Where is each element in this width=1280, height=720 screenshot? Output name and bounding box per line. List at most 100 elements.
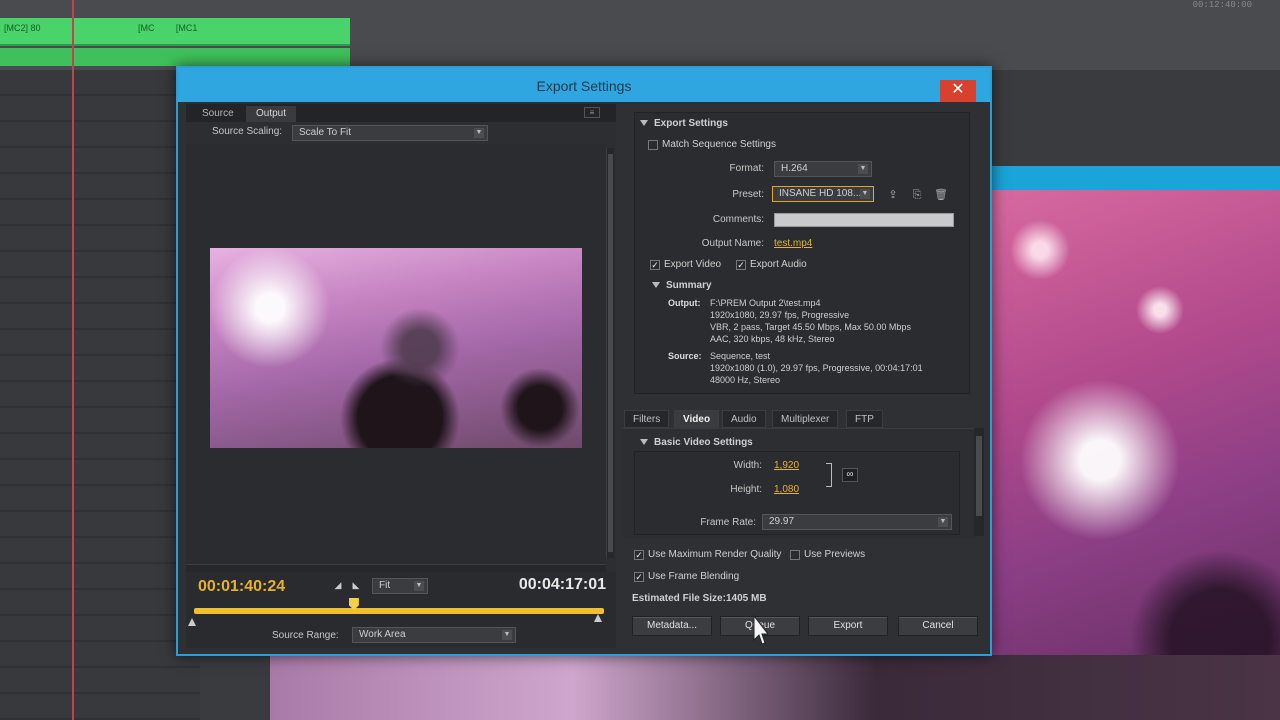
match-sequence-label: Match Sequence Settings xyxy=(662,139,776,150)
background-video-strip xyxy=(270,655,1280,720)
background-panel xyxy=(0,70,200,720)
chevron-down-icon: ▼ xyxy=(502,630,512,640)
export-audio-checkbox[interactable]: ✓ xyxy=(736,260,746,270)
out-point-handle[interactable] xyxy=(594,614,602,622)
tab-audio[interactable]: Audio xyxy=(722,410,766,428)
fit-dropdown[interactable]: Fit ▼ xyxy=(372,578,428,594)
use-previews-label: Use Previews xyxy=(804,549,866,560)
output-name-link[interactable]: test.mp4 xyxy=(774,238,812,249)
scroll-thumb[interactable] xyxy=(976,436,982,516)
summary-source-line: 1920x1080 (1.0), 29.97 fps, Progressive,… xyxy=(710,363,923,373)
video-preview-frame xyxy=(210,248,582,448)
set-out-point-icon[interactable]: ◣ xyxy=(350,580,362,592)
summary-source-line: 48000 Hz, Stereo xyxy=(710,375,781,385)
tab-filters[interactable]: Filters xyxy=(624,410,670,428)
source-scaling-value: Scale To Fit xyxy=(299,127,352,138)
save-preset-icon[interactable]: ⇪ xyxy=(886,188,900,202)
dialog-titlebar[interactable]: Export Settings ✕ xyxy=(178,68,990,102)
video-settings-pane: Basic Video Settings Width: 1,920 Height… xyxy=(622,428,974,538)
export-button[interactable]: Export xyxy=(808,616,888,636)
tab-video[interactable]: Video xyxy=(674,410,720,428)
export-settings-dialog: Export Settings ✕ Source Output ≡ Source… xyxy=(176,66,992,656)
tab-multiplexer[interactable]: Multiplexer xyxy=(772,410,839,428)
summary-header[interactable]: Summary xyxy=(652,280,712,291)
summary-source-key: Source: xyxy=(668,351,702,361)
comments-field[interactable] xyxy=(774,213,954,227)
basic-video-title: Basic Video Settings xyxy=(654,437,753,448)
disclosure-triangle-icon xyxy=(652,282,660,289)
chevron-down-icon: ▼ xyxy=(474,128,484,138)
close-button[interactable]: ✕ xyxy=(940,80,976,102)
checkmark-icon: ✓ xyxy=(635,550,643,560)
source-scaling-dropdown[interactable]: Scale To Fit ▼ xyxy=(292,125,488,141)
export-settings-header[interactable]: Export Settings xyxy=(640,118,728,129)
format-label: Format: xyxy=(729,163,764,174)
checkmark-icon: ✓ xyxy=(737,260,745,270)
settings-scrollbar[interactable] xyxy=(974,428,984,536)
settings-tabs: Filters Video Audio Multiplexer FTP xyxy=(622,410,986,428)
clip-label: [MC xyxy=(137,23,155,33)
import-preset-icon[interactable]: ⎘ xyxy=(910,188,924,202)
delete-preset-icon[interactable]: 🗑 xyxy=(934,188,948,202)
program-monitor-video xyxy=(980,190,1280,720)
close-icon: ✕ xyxy=(951,81,965,98)
basic-video-header[interactable]: Basic Video Settings xyxy=(640,437,753,448)
width-value[interactable]: 1,920 xyxy=(774,460,799,471)
dialog-title: Export Settings xyxy=(536,78,632,94)
format-value: H.264 xyxy=(781,163,808,174)
source-scaling-label: Source Scaling: xyxy=(212,126,283,137)
tab-ftp[interactable]: FTP xyxy=(846,410,883,428)
source-range-label: Source Range: xyxy=(272,630,339,641)
source-range-value: Work Area xyxy=(359,629,406,640)
current-timecode[interactable]: 00:01:40:24 xyxy=(198,578,285,596)
work-area-bar[interactable] xyxy=(194,608,604,614)
disclosure-triangle-icon xyxy=(640,120,648,127)
use-previews-checkbox[interactable] xyxy=(790,550,800,560)
preview-horizontal-scrollbar[interactable] xyxy=(186,564,606,572)
frame-blending-checkbox[interactable]: ✓ xyxy=(634,572,644,582)
export-video-checkbox[interactable]: ✓ xyxy=(650,260,660,270)
summary-output-line: F:\PREM Output 2\test.mp4 xyxy=(710,298,821,308)
frame-rate-value: 29.97 xyxy=(769,516,795,527)
source-scaling-row: Source Scaling: Scale To Fit ▼ xyxy=(186,122,616,144)
preview-tabs: Source Output ≡ xyxy=(186,104,616,122)
frame-blending-label: Use Frame Blending xyxy=(648,571,740,582)
chevron-down-icon: ▼ xyxy=(858,164,868,174)
preset-value: INSANE HD 108... xyxy=(779,188,862,199)
program-monitor-header xyxy=(980,166,1280,192)
max-render-quality-label: Use Maximum Render Quality xyxy=(648,549,782,560)
scroll-thumb[interactable] xyxy=(608,154,613,552)
frame-rate-dropdown[interactable]: 29.97 ▼ xyxy=(762,514,952,530)
checkmark-icon: ✓ xyxy=(635,572,643,582)
tab-source[interactable]: Source xyxy=(192,106,244,122)
summary-output-key: Output: xyxy=(668,298,701,308)
match-sequence-checkbox[interactable] xyxy=(648,140,658,150)
time-controls: 00:01:40:24 ◢ ◣ Fit ▼ 00:04:17:01 Source… xyxy=(186,572,616,648)
settings-panel: Export Settings Match Sequence Settings … xyxy=(622,104,986,648)
in-point-handle[interactable] xyxy=(188,618,196,626)
timeline-clip-track: [MC2] 80 [MC [MC1 xyxy=(0,18,350,46)
format-dropdown[interactable]: H.264 ▼ xyxy=(774,161,872,177)
height-label: Height: xyxy=(730,484,762,495)
summary-output-line: AAC, 320 kbps, 48 kHz, Stereo xyxy=(710,334,835,344)
checkmark-icon: ✓ xyxy=(651,260,659,270)
set-in-point-icon[interactable]: ◢ xyxy=(332,580,344,592)
cancel-button[interactable]: Cancel xyxy=(898,616,978,636)
tab-output[interactable]: Output xyxy=(246,106,297,122)
panel-menu-icon[interactable]: ≡ xyxy=(584,107,600,118)
preset-dropdown[interactable]: INSANE HD 108... ▼ xyxy=(772,186,874,202)
chain-link-icon[interactable]: ∞ xyxy=(842,468,858,482)
source-range-dropdown[interactable]: Work Area ▼ xyxy=(352,627,516,643)
timeline-playhead xyxy=(72,0,74,720)
summary-output-line: 1920x1080, 29.97 fps, Progressive xyxy=(710,310,850,320)
summary-source-line: Sequence, test xyxy=(710,351,771,361)
export-video-label: Export Video xyxy=(664,259,722,270)
export-audio-label: Export Audio xyxy=(750,259,807,270)
preview-area xyxy=(186,144,606,564)
metadata-button[interactable]: Metadata... xyxy=(632,616,712,636)
duration-timecode: 00:04:17:01 xyxy=(518,576,606,593)
max-render-quality-checkbox[interactable]: ✓ xyxy=(634,550,644,560)
preview-vertical-scrollbar[interactable] xyxy=(606,148,614,558)
clip-label: [MC2] 80 xyxy=(4,23,41,33)
height-value[interactable]: 1,080 xyxy=(774,484,799,495)
